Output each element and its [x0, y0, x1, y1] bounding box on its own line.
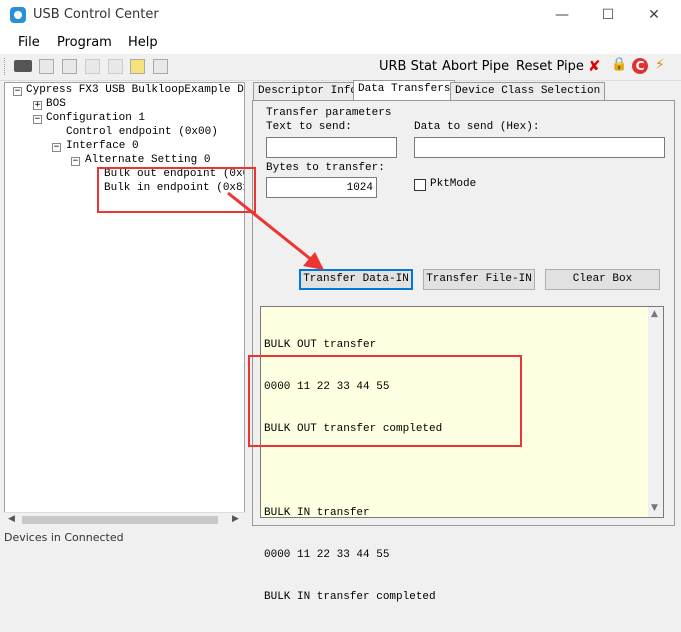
annotation-arrow [227, 191, 324, 270]
status-bar: Devices in Connected [0, 528, 681, 544]
status-text: Devices in Connected [4, 531, 124, 544]
output-line: 0000 11 22 33 44 55 [264, 549, 390, 561]
arrow-line [227, 191, 319, 267]
output-line: BULK IN transfer completed [264, 591, 436, 603]
